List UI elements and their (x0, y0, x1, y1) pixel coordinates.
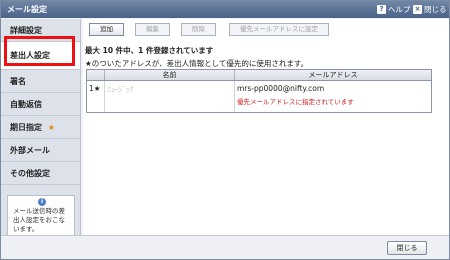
help-link[interactable]: ? ヘルプ (377, 4, 411, 15)
window-close-link[interactable]: × 閉じる (413, 4, 447, 15)
row-email-cell: mrs-pp0000@nifty.com 優先メールアドレスに指定されています (235, 81, 431, 112)
sidebar-item-label: 署名 (10, 77, 26, 86)
info-icon: i (38, 198, 46, 206)
add-button[interactable]: 追加 (89, 23, 124, 36)
table-row[interactable]: 1★ ﾐｭｰｼﾞｯｸ mrs-pp0000@nifty.com 優先メールアドレ… (87, 81, 431, 112)
priority-note: ★のついたアドレスが、差出人情報として優先的に使用されます。 (85, 59, 309, 68)
title-bar: メール設定 ? ヘルプ × 閉じる (1, 1, 449, 18)
sidebar-item-auto-reply[interactable]: 自動返信 (1, 93, 80, 116)
sidebar-item-details[interactable]: 詳細設定 (1, 19, 80, 42)
sidebar-item-signature[interactable]: 署名 (1, 70, 80, 93)
sender-table: 名前 メールアドレス 1★ ﾐｭｰｼﾞｯｸ mrs-pp0000@nifty.c… (86, 69, 432, 113)
row-email: mrs-pp0000@nifty.com (237, 84, 325, 93)
column-header-email: メールアドレス (308, 71, 358, 79)
settings-sidebar: 詳細設定 差出人設定 署名 自動返信 期日指定 ★ 外部メール その他設定 i … (1, 19, 81, 243)
priority-warning: 優先メールアドレスに指定されています (237, 98, 354, 106)
sidebar-item-label: 外部メール (10, 146, 50, 155)
column-header-name: 名前 (105, 70, 235, 80)
main-panel: 追加 編集 削除 優先メールアドレスに設定 最大 10 件中、1 件登録されてい… (83, 19, 449, 235)
sidebar-item-sender[interactable]: 差出人設定 (1, 42, 80, 70)
set-priority-button[interactable]: 優先メールアドレスに設定 (229, 23, 329, 36)
sidebar-item-scheduled[interactable]: 期日指定 ★ (1, 116, 80, 139)
close-icon: × (413, 5, 422, 14)
row-name: ﾐｭｰｼﾞｯｸ (105, 81, 235, 112)
sidebar-item-external-mail[interactable]: 外部メール (1, 139, 80, 162)
footer: 閉じる (1, 235, 449, 259)
edit-button[interactable]: 編集 (135, 23, 170, 36)
new-badge-icon: ★ (47, 123, 55, 132)
sidebar-item-other[interactable]: その他設定 (1, 162, 80, 185)
help-label: ヘルプ (388, 5, 411, 14)
close-label: 閉じる (424, 5, 447, 14)
window-title: メール設定 (7, 5, 47, 14)
column-header-no (87, 70, 105, 80)
delete-button[interactable]: 削除 (181, 23, 216, 36)
registration-count: 最大 10 件中、1 件登録されています (85, 46, 214, 55)
sidebar-item-label: その他設定 (10, 169, 50, 178)
info-text: メール送信時の差出人設定をおこないます。 (13, 207, 65, 233)
mail-settings-dialog: メール設定 ? ヘルプ × 閉じる 詳細設定 差出人設定 署名 自動返信 期日指… (0, 0, 450, 260)
sidebar-item-label: 期日指定 (10, 123, 42, 132)
sidebar-item-label: 自動返信 (10, 100, 42, 109)
help-icon: ? (377, 5, 386, 14)
sidebar-item-label: 詳細設定 (10, 26, 42, 35)
close-button[interactable]: 閉じる (387, 241, 427, 255)
table-header: 名前 メールアドレス (87, 70, 431, 81)
sidebar-item-label: 差出人設定 (10, 51, 50, 60)
row-number: 1★ (87, 81, 105, 112)
